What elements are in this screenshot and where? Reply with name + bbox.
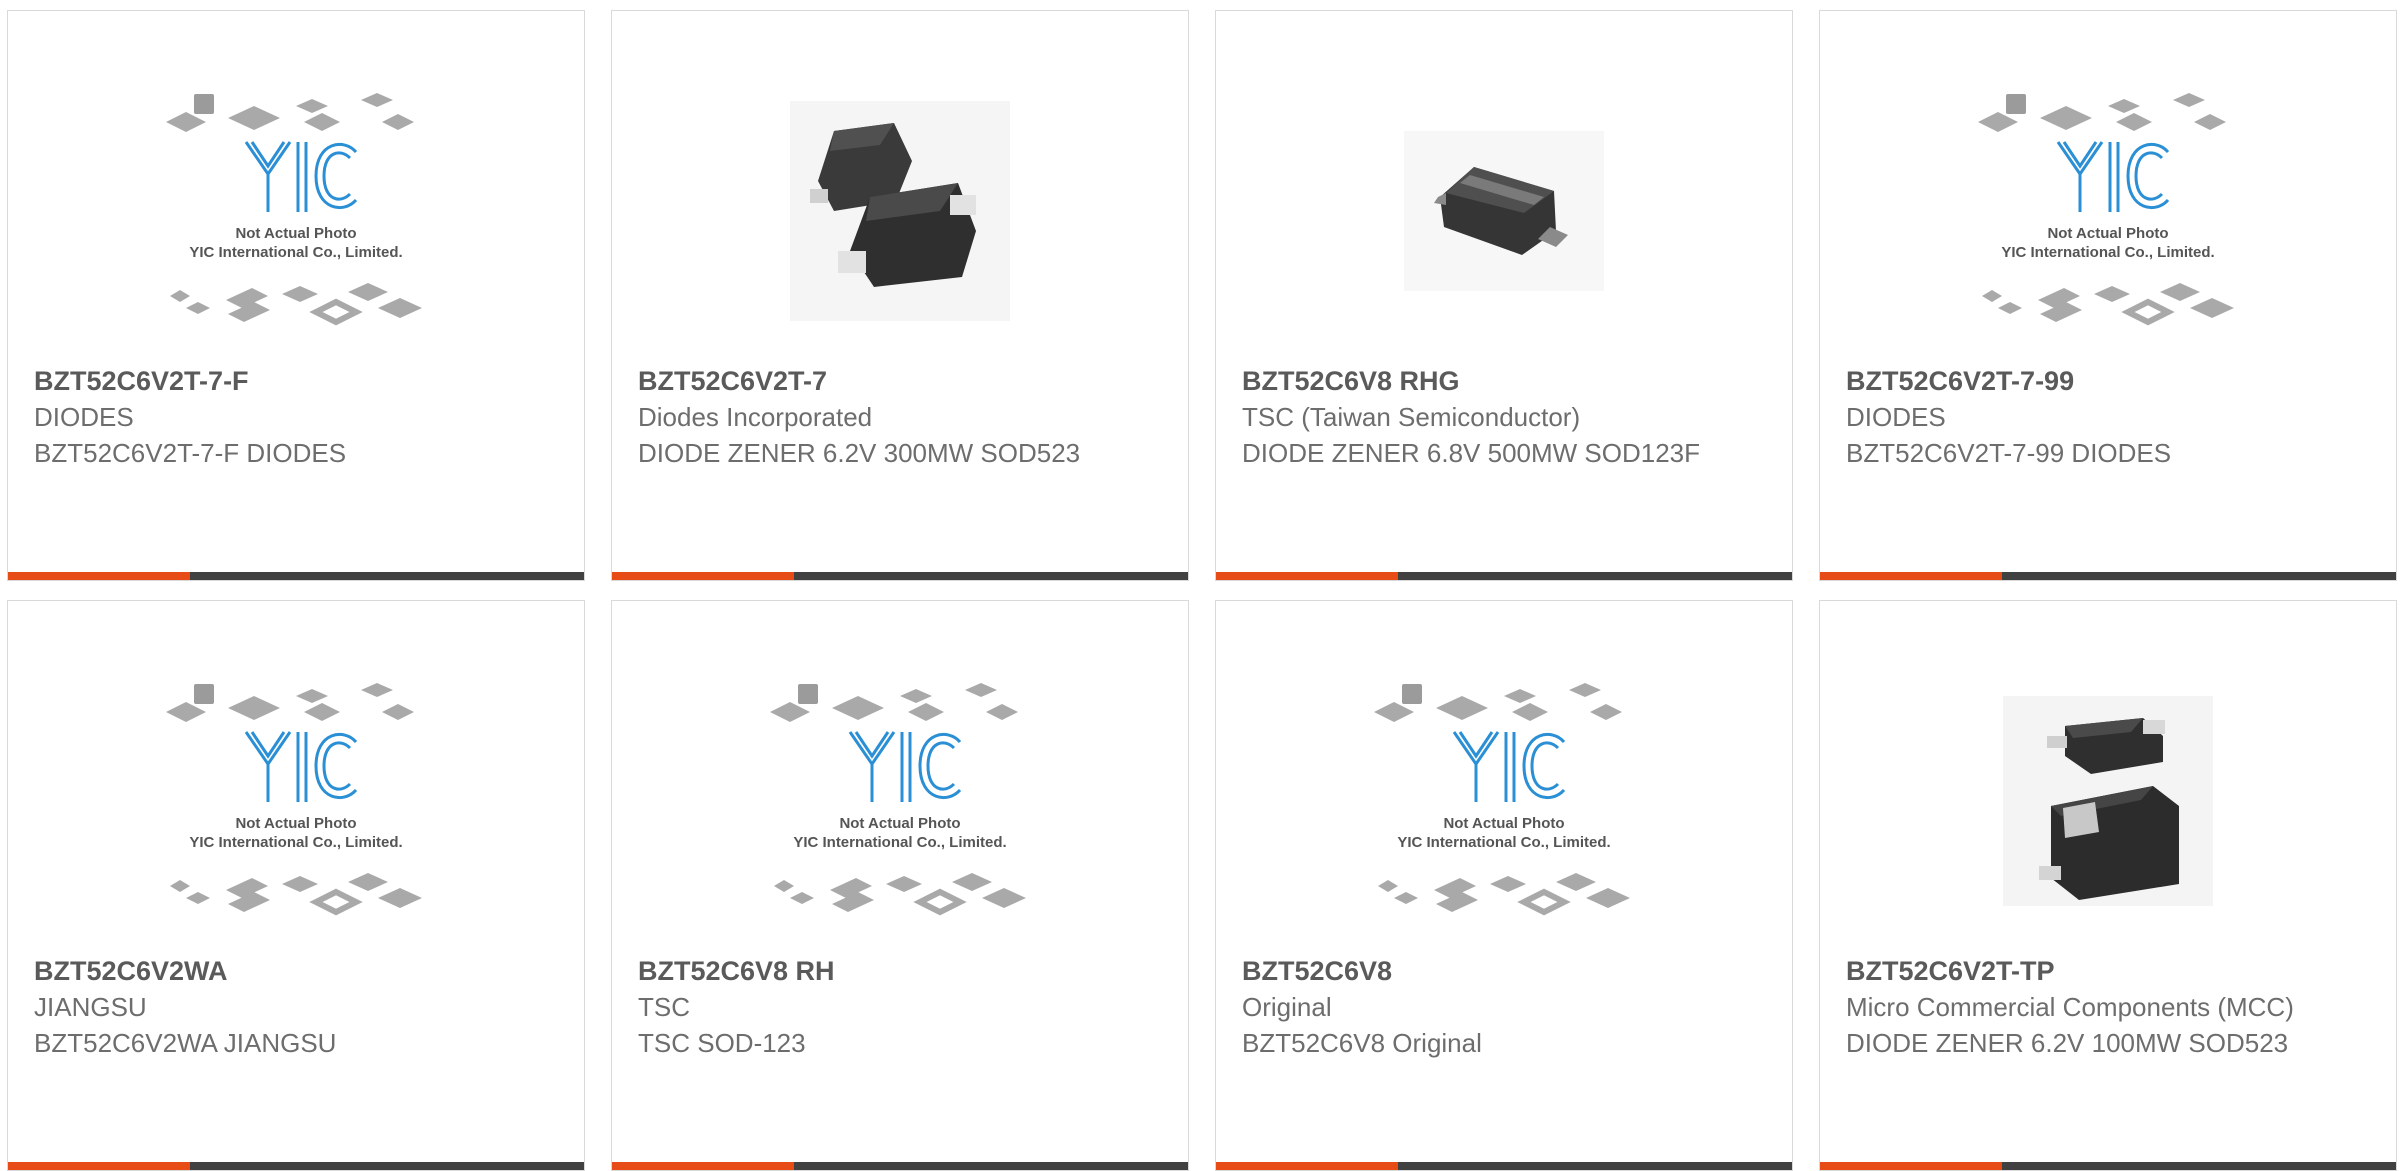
product-image[interactable]: Not Actual Photo YIC International Co., … — [8, 71, 584, 351]
description: BZT52C6V2T-7-F DIODES — [34, 438, 347, 468]
manufacturer: TSC — [638, 992, 690, 1022]
product-card[interactable]: BZT52C6V2T-7 Diodes Incorporated DIODE ZEN… — [611, 10, 1189, 581]
svg-text:YIC International Co., Limited: YIC International Co., Limited. — [189, 834, 402, 851]
card-footer-bar — [1820, 572, 2396, 580]
product-image[interactable]: Not Actual Photo YIC International Co., … — [1820, 71, 2396, 351]
sod523-photo-image — [790, 101, 1010, 321]
manufacturer: Diodes Incorporated — [638, 402, 873, 432]
manufacturer: DIODES — [1846, 402, 1946, 432]
description: DIODE ZENER 6.8V 500MW SOD123F — [1242, 438, 1701, 468]
card-accent-bar — [1216, 1162, 1398, 1170]
card-footer-bar — [612, 572, 1188, 580]
product-card[interactable]: BZT52C6V8 RHG TSC (Taiwan Semiconductor) D… — [1215, 10, 1793, 581]
card-footer-bar — [8, 1162, 584, 1170]
product-info: BZT52C6V2T-7 Diodes Incorporated DIODE ZEN… — [638, 363, 1162, 471]
yic-placeholder-image: Not Actual Photo YIC International Co., … — [770, 683, 1026, 916]
part-number-link[interactable]: BZT52C6V2T-7 — [638, 363, 1162, 399]
svg-text:YIC International Co., Limited: YIC International Co., Limited. — [1397, 834, 1610, 851]
card-accent-bar — [1216, 572, 1398, 580]
svg-text:Not Actual Photo: Not Actual Photo — [235, 225, 356, 242]
card-accent-bar — [612, 1162, 794, 1170]
svg-text:Not Actual Photo: Not Actual Photo — [1443, 815, 1564, 832]
svg-text:Not Actual Photo: Not Actual Photo — [2047, 225, 2168, 242]
product-info: BZT52C6V2T-7-99 DIODES BZT52C6V2T-7-99 DIO… — [1846, 363, 2370, 471]
part-number-link[interactable]: BZT52C6V8 — [1242, 953, 1766, 989]
product-image[interactable]: Not Actual Photo YIC International Co., … — [8, 661, 584, 941]
product-image[interactable] — [1216, 71, 1792, 351]
part-number-link[interactable]: BZT52C6V2T-7-99 — [1846, 363, 2370, 399]
product-info: BZT52C6V2WA JIANGSU BZT52C6V2WA JIANGSU — [34, 953, 558, 1061]
description: TSC SOD-123 — [638, 1028, 806, 1058]
product-image[interactable]: Not Actual Photo YIC International Co., … — [1216, 661, 1792, 941]
product-info: BZT52C6V8 RHG TSC (Taiwan Semiconductor) D… — [1242, 363, 1766, 471]
card-accent-bar — [8, 572, 190, 580]
product-info: BZT52C6V2T-7-F DIODES BZT52C6V2T-7-F DIODE… — [34, 363, 558, 471]
description: DIODE ZENER 6.2V 300MW SOD523 — [638, 438, 1081, 468]
manufacturer: TSC (Taiwan Semiconductor) — [1242, 402, 1581, 432]
product-info: BZT52C6V8 RH TSC TSC SOD-123 — [638, 953, 1162, 1061]
svg-text:Not Actual Photo: Not Actual Photo — [839, 815, 960, 832]
part-number-link[interactable]: BZT52C6V2T-7-F — [34, 363, 558, 399]
product-info: BZT52C6V8 Original BZT52C6V8 Original — [1242, 953, 1766, 1061]
part-number-link[interactable]: BZT52C6V8 RHG — [1242, 363, 1766, 399]
description: BZT52C6V2WA JIANGSU — [34, 1028, 337, 1058]
manufacturer: DIODES — [34, 402, 134, 432]
part-number-link[interactable]: BZT52C6V2T-TP — [1846, 953, 2370, 989]
part-number-link[interactable]: BZT52C6V2WA — [34, 953, 558, 989]
svg-text:YIC International Co., Limited: YIC International Co., Limited. — [793, 834, 1006, 851]
yic-placeholder-image: Not Actual Photo YIC International Co., … — [1374, 683, 1630, 916]
description: BZT52C6V8 Original — [1242, 1028, 1482, 1058]
card-footer-bar — [8, 572, 584, 580]
product-card[interactable]: Not Actual Photo YIC International Co., … — [1215, 600, 1793, 1171]
card-footer-bar — [1820, 1162, 2396, 1170]
card-accent-bar — [1820, 572, 2002, 580]
product-grid: Not Actual Photo YIC International Co., … — [0, 0, 2400, 1171]
yic-placeholder-image: Not Actual Photo YIC International Co., … — [166, 683, 422, 916]
manufacturer: Micro Commercial Components (MCC) — [1846, 992, 2294, 1022]
product-card[interactable]: BZT52C6V2T-TP Micro Commercial Components… — [1819, 600, 2397, 1171]
yic-placeholder-image: Not Actual Photo YIC International Co., … — [1978, 93, 2234, 326]
product-card[interactable]: Not Actual Photo YIC International Co., … — [7, 600, 585, 1171]
svg-text:YIC International Co., Limited: YIC International Co., Limited. — [2001, 244, 2214, 261]
product-info: BZT52C6V2T-TP Micro Commercial Components… — [1846, 953, 2370, 1061]
card-accent-bar — [1820, 1162, 2002, 1170]
card-footer-bar — [1216, 1162, 1792, 1170]
product-image[interactable] — [612, 71, 1188, 351]
product-image[interactable]: Not Actual Photo YIC International Co., … — [612, 661, 1188, 941]
mcc-photo-image — [2003, 696, 2213, 906]
product-image[interactable] — [1820, 661, 2396, 941]
svg-text:Not Actual Photo: Not Actual Photo — [235, 815, 356, 832]
description: BZT52C6V2T-7-99 DIODES — [1846, 438, 2172, 468]
manufacturer: Original — [1242, 992, 1332, 1022]
product-card[interactable]: Not Actual Photo YIC International Co., … — [1819, 10, 2397, 581]
card-footer-bar — [612, 1162, 1188, 1170]
sod123f-photo-image — [1404, 131, 1604, 291]
card-accent-bar — [8, 1162, 190, 1170]
manufacturer: JIANGSU — [34, 992, 147, 1022]
part-number-link[interactable]: BZT52C6V8 RH — [638, 953, 1162, 989]
description: DIODE ZENER 6.2V 100MW SOD523 — [1846, 1028, 2289, 1058]
product-card[interactable]: Not Actual Photo YIC International Co., … — [7, 10, 585, 581]
yic-placeholder-image: Not Actual Photo YIC International Co., … — [166, 93, 422, 326]
card-accent-bar — [612, 572, 794, 580]
card-footer-bar — [1216, 572, 1792, 580]
product-card[interactable]: Not Actual Photo YIC International Co., … — [611, 600, 1189, 1171]
svg-text:YIC International Co., Limited: YIC International Co., Limited. — [189, 244, 402, 261]
